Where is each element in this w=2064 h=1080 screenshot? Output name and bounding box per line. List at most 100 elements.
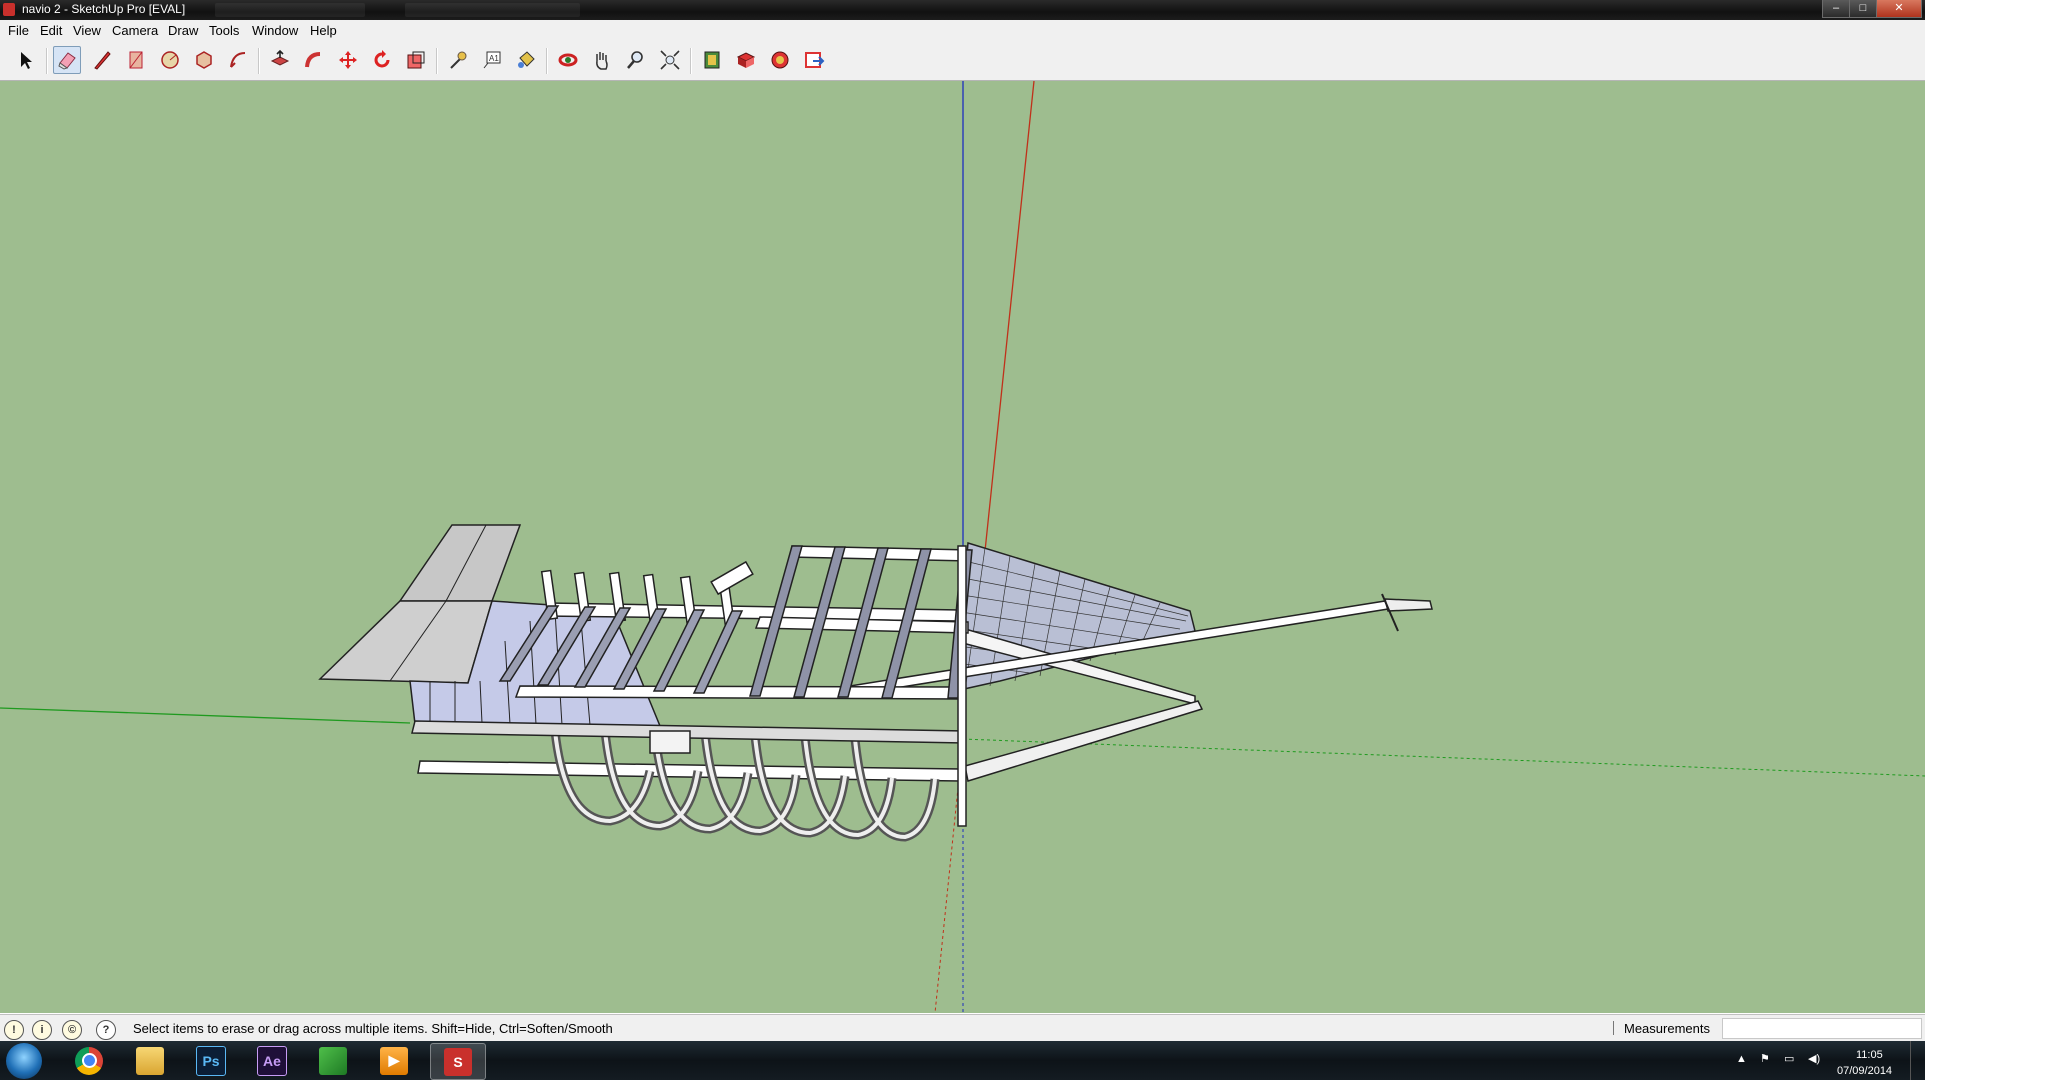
rotate-icon xyxy=(374,50,390,68)
status-bar: ! i © ? Select items to erase or drag ac… xyxy=(0,1014,1925,1042)
network-icon[interactable]: ▭ xyxy=(1784,1052,1794,1065)
move-tool-button[interactable] xyxy=(334,46,362,74)
toolbar-separator xyxy=(46,48,48,74)
circle-tool-button[interactable] xyxy=(156,46,184,74)
select-arrow-icon xyxy=(21,52,32,69)
eraser-icon xyxy=(58,52,76,70)
hand-icon xyxy=(596,52,608,70)
green-axis xyxy=(0,707,411,724)
menu-window[interactable]: Window xyxy=(252,23,298,38)
windows-taskbar: Ps Ae ▶ S ▲ ⚑ ▭ ◀) 11:05 07/09/2014 xyxy=(0,1041,1925,1080)
minimize-button[interactable]: – xyxy=(1822,0,1850,18)
tape-measure-icon xyxy=(450,51,467,69)
rectangle-tool-button[interactable] xyxy=(122,46,150,74)
user-account-icon[interactable]: © xyxy=(62,1020,82,1040)
bow-lower-rail xyxy=(964,700,1204,782)
menu-camera[interactable]: Camera xyxy=(112,23,158,38)
push-pull-icon xyxy=(270,49,290,66)
share-model-button[interactable] xyxy=(732,46,760,74)
tray-expand-icon[interactable]: ▲ xyxy=(1736,1053,1747,1065)
ship-model[interactable] xyxy=(318,524,1433,842)
paint-bucket-icon xyxy=(518,51,535,68)
taskbar-media-player[interactable]: ▶ xyxy=(367,1043,421,1078)
menu-edit[interactable]: Edit xyxy=(40,23,62,38)
status-hint-text: Select items to erase or drag across mul… xyxy=(133,1021,613,1036)
select-tool-button[interactable] xyxy=(12,46,40,74)
taskbar-after-effects[interactable]: Ae xyxy=(245,1043,299,1078)
toolbar-separator xyxy=(436,48,438,74)
media-player-icon: ▶ xyxy=(380,1046,408,1075)
red-axis xyxy=(984,81,1035,552)
taskbar-green-app[interactable] xyxy=(306,1043,360,1078)
zoom-extents-icon xyxy=(660,50,680,70)
scale-icon xyxy=(407,51,425,69)
zoom-extents-tool-button[interactable] xyxy=(656,46,684,74)
text-tool-button[interactable]: A1 xyxy=(478,46,506,74)
taskbar-chrome[interactable] xyxy=(62,1043,116,1078)
send-to-layout-button[interactable] xyxy=(800,46,828,74)
volume-icon[interactable]: ◀) xyxy=(1808,1052,1820,1065)
clock-date[interactable]: 07/09/2014 xyxy=(1837,1065,1892,1077)
help-icon[interactable]: ? xyxy=(96,1020,116,1040)
model-scene xyxy=(0,81,1925,1013)
line-tool-button[interactable] xyxy=(88,46,116,74)
large-tool-set-toolbar: A1 xyxy=(0,42,1925,81)
taskbar-sketchup[interactable]: S xyxy=(430,1043,486,1080)
follow-me-icon xyxy=(305,52,321,68)
close-button[interactable]: ✕ xyxy=(1876,0,1922,18)
menu-view[interactable]: View xyxy=(73,23,101,38)
polygon-icon xyxy=(196,51,212,69)
clock-time[interactable]: 11:05 xyxy=(1856,1049,1883,1061)
menu-file[interactable]: File xyxy=(8,23,29,38)
share-model-icon xyxy=(736,52,756,68)
arc-tool-button[interactable] xyxy=(224,46,252,74)
get-models-button[interactable] xyxy=(698,46,726,74)
menu-draw[interactable]: Draw xyxy=(168,23,198,38)
pan-tool-button[interactable] xyxy=(588,46,616,74)
menu-tools[interactable]: Tools xyxy=(209,23,239,38)
background-tab-ghost xyxy=(405,3,580,17)
action-center-flag-icon[interactable]: ⚑ xyxy=(1760,1052,1770,1065)
title-bar: navio 2 - SketchUp Pro [EVAL] – □ ✕ xyxy=(0,0,1925,20)
push-pull-tool-button[interactable] xyxy=(266,46,294,74)
paint-bucket-tool-button[interactable] xyxy=(512,46,540,74)
menu-bar: File Edit View Camera Draw Tools Window … xyxy=(0,20,1925,43)
toolbar-separator xyxy=(258,48,260,74)
taskbar-photoshop[interactable]: Ps xyxy=(184,1043,238,1078)
start-button[interactable] xyxy=(6,1043,42,1079)
drawing-viewport[interactable] xyxy=(0,81,1925,1013)
measurements-divider xyxy=(1613,1021,1614,1035)
credits-icon[interactable]: i xyxy=(32,1020,52,1040)
menu-help[interactable]: Help xyxy=(310,23,337,38)
bowsprit-tip xyxy=(1384,598,1433,612)
components-icon xyxy=(771,51,789,69)
stern-deck-panel xyxy=(318,600,494,684)
show-desktop-button[interactable] xyxy=(1910,1041,1926,1080)
rotate-tool-button[interactable] xyxy=(368,46,396,74)
tape-measure-tool-button[interactable] xyxy=(444,46,472,74)
eraser-tool-button[interactable] xyxy=(53,46,81,74)
green-axis-negative xyxy=(962,738,1925,777)
maximize-button[interactable]: □ xyxy=(1849,0,1877,18)
cabin-block xyxy=(649,730,691,754)
geo-location-icon[interactable]: ! xyxy=(4,1020,24,1040)
measurements-label: Measurements xyxy=(1624,1021,1710,1036)
polygon-tool-button[interactable] xyxy=(190,46,218,74)
zoom-tool-button[interactable] xyxy=(622,46,650,74)
sketchup-window: navio 2 - SketchUp Pro [EVAL] – □ ✕ File… xyxy=(0,0,1925,1080)
follow-me-tool-button[interactable] xyxy=(300,46,328,74)
components-button[interactable] xyxy=(766,46,794,74)
poop-rail xyxy=(710,560,754,596)
text-label-icon: A1 xyxy=(483,51,501,69)
background-tab-ghost xyxy=(215,3,365,17)
measurements-input[interactable] xyxy=(1722,1018,1922,1039)
stern-post xyxy=(957,545,967,827)
svg-text:A1: A1 xyxy=(489,54,499,63)
orbit-tool-button[interactable] xyxy=(554,46,582,74)
scale-tool-button[interactable] xyxy=(402,46,430,74)
after-effects-icon: Ae xyxy=(257,1045,287,1076)
magnifier-icon xyxy=(627,51,643,69)
green-leaf-icon xyxy=(319,1046,347,1075)
move-arrows-icon xyxy=(339,51,357,69)
taskbar-explorer[interactable] xyxy=(123,1043,177,1078)
